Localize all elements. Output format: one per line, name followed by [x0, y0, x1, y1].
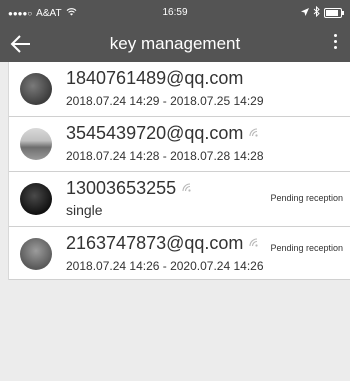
avatar: [20, 238, 52, 270]
wireless-signal-icon: [249, 128, 260, 140]
key-name: 1840761489@qq.com: [66, 68, 244, 88]
battery-icon: [324, 8, 344, 18]
avatar: [20, 128, 52, 160]
key-list-item[interactable]: 3545439720@qq.com 2018.07.24 14:28 - 201…: [9, 117, 350, 172]
key-validity: single: [66, 202, 103, 218]
wireless-signal-icon: [182, 183, 193, 195]
key-list-item[interactable]: 13003653255 single Pending reception: [9, 172, 350, 227]
more-vertical-icon[interactable]: [332, 31, 338, 55]
key-name: 13003653255: [66, 178, 193, 199]
status-time: 16:59: [162, 7, 188, 18]
key-validity: 2018.07.24 14:28 - 2018.07.28 14:28: [66, 149, 264, 163]
avatar: [20, 73, 52, 105]
pending-status: Pending reception: [270, 193, 343, 203]
location-arrow-icon: [301, 7, 309, 19]
key-list-item[interactable]: 1840761489@qq.com 2018.07.24 14:29 - 201…: [9, 62, 350, 117]
key-name: 3545439720@qq.com: [66, 123, 260, 144]
page-title: key management: [109, 34, 241, 53]
bluetooth-icon: [313, 5, 320, 20]
avatar: [20, 183, 52, 215]
pending-status: Pending reception: [270, 243, 343, 253]
status-bar: ●●●●○ A&AT 16:59: [0, 0, 350, 26]
toolbar: key management: [0, 26, 350, 62]
key-validity: 2018.07.24 14:26 - 2020.07.24 14:26: [66, 259, 264, 273]
key-list-item[interactable]: 2163747873@qq.com 2018.07.24 14:26 - 202…: [9, 227, 350, 280]
key-validity: 2018.07.24 14:29 - 2018.07.25 14:29: [66, 94, 264, 108]
screen: ●●●●○ A&AT 16:59 key management 18407614…: [0, 0, 350, 381]
key-list: 1840761489@qq.com 2018.07.24 14:29 - 201…: [8, 62, 350, 280]
key-name: 2163747873@qq.com: [66, 233, 260, 254]
wireless-signal-icon: [249, 238, 260, 250]
